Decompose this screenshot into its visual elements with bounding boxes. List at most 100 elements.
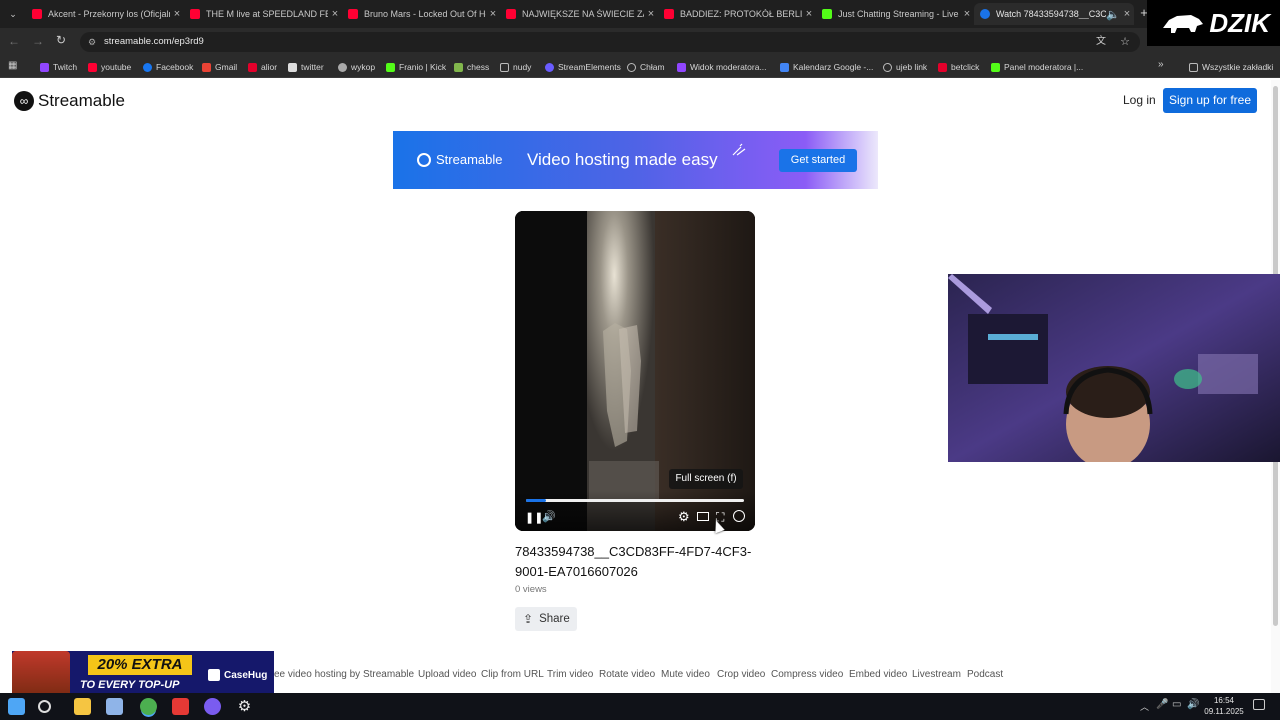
pause-icon[interactable]: ❚❚ <box>525 511 543 524</box>
footer-link-rotate[interactable]: Rotate video <box>599 669 655 680</box>
file-explorer-icon[interactable] <box>74 698 91 715</box>
apps-grid-icon[interactable]: ▦ <box>8 60 17 71</box>
bookmark-item[interactable]: Kalendarz Google -... <box>780 60 873 74</box>
mute-tab-icon[interactable]: 🔈 <box>1106 8 1120 21</box>
login-link[interactable]: Log in <box>1123 93 1156 107</box>
bookmark-item[interactable]: Gmail <box>202 60 237 74</box>
bookmark-item[interactable]: twitter <box>288 60 324 74</box>
footer-link-embed[interactable]: Embed video <box>849 669 907 680</box>
browser-tab[interactable]: BADDIEZ: PROTOKÓŁ BERLIN - × <box>658 3 816 25</box>
streamable-logo[interactable]: ∞ Streamable <box>14 91 125 111</box>
obs-icon[interactable] <box>172 698 189 715</box>
bookmark-item[interactable]: Franio | Kick <box>386 60 446 74</box>
speaker-icon[interactable]: 🔊 <box>1187 699 1199 710</box>
streamable-watermark-icon[interactable] <box>733 510 745 522</box>
youtube-icon <box>190 9 200 19</box>
fullscreen-tooltip: Full screen (f) <box>669 469 743 489</box>
translate-icon[interactable]: 文 <box>1096 32 1106 52</box>
microphone-icon[interactable]: 🎤 <box>1156 699 1168 710</box>
casehug-ad-overlay[interactable]: 20% EXTRA TO EVERY TOP-UP CaseHug <box>12 651 274 697</box>
bookmark-item[interactable]: chess <box>454 60 489 74</box>
footer-link-compress[interactable]: Compress video <box>771 669 843 680</box>
footer-link-hosting[interactable]: ee video hosting by Streamable <box>274 669 414 680</box>
chrome-icon[interactable] <box>140 698 157 715</box>
settings-gear-icon[interactable]: ⚙ <box>236 698 253 715</box>
address-input[interactable]: ⚙ streamable.com/ep3rd9 文 ☆ <box>80 32 1140 52</box>
bookmark-item[interactable]: ujeb link <box>883 60 927 74</box>
more-bookmarks-icon[interactable]: » <box>1158 59 1164 70</box>
reload-icon[interactable]: ↻ <box>56 33 66 47</box>
kick-icon <box>822 9 832 19</box>
youtube-icon <box>88 62 97 72</box>
footer-link-upload[interactable]: Upload video <box>418 669 476 680</box>
sparkle-icon <box>732 143 746 156</box>
video-title: 78433594738__C3CD83FF-4FD7-4CF3-9001-EA7… <box>515 544 752 579</box>
bookmark-item[interactable]: youtube <box>88 60 131 74</box>
browser-tab[interactable]: NAJWIĘKSZE NA ŚWIECIE ZAW × <box>500 3 658 25</box>
close-tab-icon[interactable]: × <box>960 8 974 20</box>
promo-banner[interactable]: Streamable Video hosting made easy Get s… <box>393 131 878 189</box>
close-tab-icon[interactable]: × <box>328 8 342 20</box>
discord-icon[interactable] <box>204 698 221 715</box>
bookmark-item[interactable]: betclick <box>938 60 979 74</box>
browser-tab[interactable]: Just Chatting Streaming - Live × <box>816 3 974 25</box>
search-icon[interactable] <box>38 700 51 713</box>
footer-link-clip[interactable]: Clip from URL <box>481 669 544 680</box>
volume-icon[interactable]: 🔊 <box>542 510 556 523</box>
picture-in-picture-icon[interactable] <box>697 512 709 521</box>
bookmark-item[interactable]: alior <box>248 60 277 74</box>
bookmark-item[interactable]: Widok moderatora... <box>677 60 767 74</box>
bookmark-item[interactable]: Twitch <box>40 60 77 74</box>
signup-button[interactable]: Sign up for free <box>1163 88 1257 113</box>
notifications-icon[interactable] <box>1253 699 1265 710</box>
system-clock[interactable]: 16:54 09.11.2025 <box>1200 695 1248 717</box>
kick-icon <box>386 62 395 72</box>
forward-icon[interactable]: → <box>32 34 44 48</box>
footer-link-podcast[interactable]: Podcast <box>967 669 1003 680</box>
browser-tab-strip: ⌄ Akcent - Przekorny los (Oficjalny × TH… <box>0 0 1280 28</box>
windows-start-icon[interactable] <box>8 698 25 715</box>
back-icon[interactable]: ← <box>8 34 20 48</box>
close-tab-icon[interactable]: × <box>1120 8 1134 20</box>
settings-icon[interactable]: ⚙ <box>678 509 690 525</box>
folder-icon <box>1189 62 1198 72</box>
app-icon[interactable] <box>106 698 123 715</box>
x-twitter-icon <box>288 62 297 72</box>
view-count: 0 views <box>515 584 547 595</box>
tab-list-button[interactable]: ⌄ <box>6 7 20 21</box>
site-info-icon[interactable]: ⚙ <box>88 32 96 52</box>
footer-link-trim[interactable]: Trim video <box>547 669 593 680</box>
all-bookmarks-folder[interactable]: Wszystkie zakładki <box>1189 60 1273 74</box>
footer-link-crop[interactable]: Crop video <box>717 669 765 680</box>
facebook-icon <box>143 62 152 72</box>
treasure-chest-image <box>12 651 70 697</box>
bookmark-item[interactable]: Facebook <box>143 60 193 74</box>
share-icon: ⇪ <box>523 612 534 626</box>
boar-icon <box>1163 15 1204 33</box>
globe-icon <box>883 62 892 72</box>
betclick-icon <box>938 62 947 72</box>
close-tab-icon[interactable]: × <box>170 8 184 20</box>
share-button[interactable]: ⇪ Share <box>515 607 577 631</box>
youtube-icon <box>32 9 42 19</box>
bookmark-item[interactable]: Chłam <box>627 60 665 74</box>
close-tab-icon[interactable]: × <box>486 8 500 20</box>
bookmark-item[interactable]: Panel moderatora |... <box>991 60 1083 74</box>
close-tab-icon[interactable]: × <box>644 8 658 20</box>
progress-bar[interactable] <box>526 499 744 502</box>
tray-chevron-icon[interactable]: ︿ <box>1140 700 1149 713</box>
bookmark-star-icon[interactable]: ☆ <box>1120 32 1130 52</box>
browser-tab-active[interactable]: Watch 78433594738__C3C 🔈 × <box>974 3 1134 25</box>
get-started-button[interactable]: Get started <box>779 149 857 172</box>
close-tab-icon[interactable]: × <box>802 8 816 20</box>
bookmark-item[interactable]: wykop <box>338 60 375 74</box>
network-icon[interactable]: ▭ <box>1172 699 1181 710</box>
bookmark-folder[interactable]: nudy <box>500 60 531 74</box>
browser-tab[interactable]: Bruno Mars - Locked Out Of Heaven × <box>342 3 500 25</box>
footer-link-livestream[interactable]: Livestream <box>912 669 961 680</box>
footer-link-mute[interactable]: Mute video <box>661 669 710 680</box>
bookmark-item[interactable]: StreamElements <box>545 60 621 74</box>
kick-icon <box>991 62 1000 72</box>
browser-tab[interactable]: Akcent - Przekorny los (Oficjalny × <box>26 3 184 25</box>
browser-tab[interactable]: THE M live at SPEEDLAND FEST × <box>184 3 342 25</box>
